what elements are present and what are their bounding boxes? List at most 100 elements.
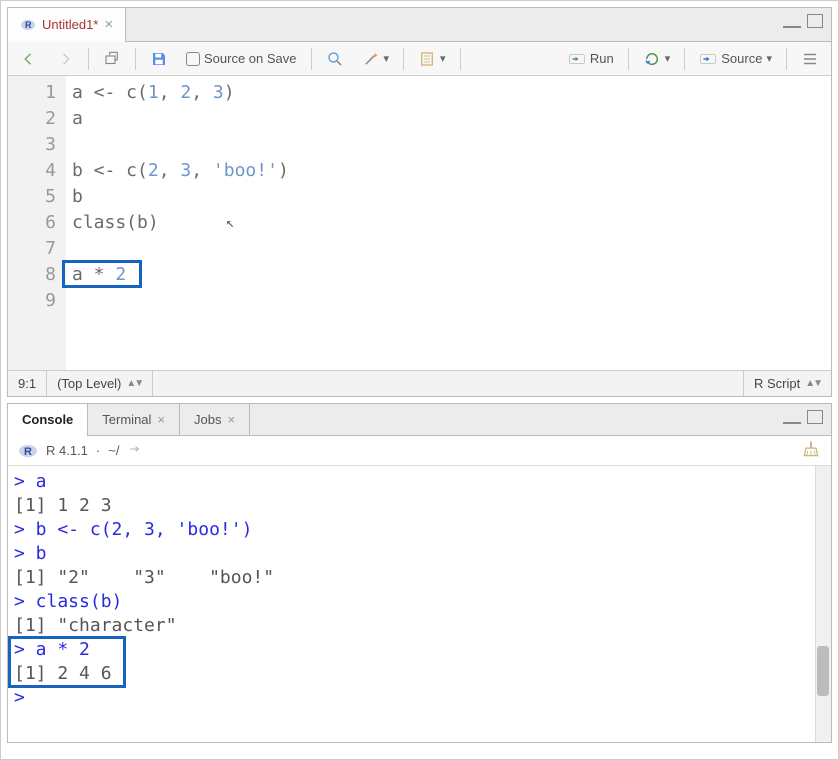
code-token: 2: [148, 160, 159, 181]
console-output[interactable]: > a[1] 1 2 3> b <- c(2, 3, 'boo!')> b[1]…: [8, 466, 831, 742]
dot-separator: ·: [96, 443, 100, 458]
language-selector[interactable]: R Script▲▼: [743, 371, 831, 396]
editor-tab-title: Untitled1*: [42, 17, 98, 32]
minimize-icon[interactable]: [783, 416, 801, 424]
editor-pane: R Untitled1* × Source on Save Run: [7, 7, 832, 397]
rerun-button[interactable]: [639, 48, 675, 70]
code-line[interactable]: [72, 236, 825, 262]
code-token: ): [224, 82, 235, 103]
r-version: R 4.1.1: [46, 443, 88, 458]
source-on-save-checkbox[interactable]: Source on Save: [182, 49, 301, 68]
svg-text:R: R: [25, 20, 32, 30]
outline-button[interactable]: [797, 48, 823, 70]
find-button[interactable]: [322, 48, 348, 70]
close-icon[interactable]: ×: [104, 16, 113, 33]
separator: [311, 48, 312, 70]
close-icon[interactable]: ×: [157, 412, 165, 427]
wand-button[interactable]: [358, 48, 394, 70]
editor-statusbar: 9:1 (Top Level) ▲▼ R Script▲▼: [8, 370, 831, 396]
line-number: 4: [8, 158, 56, 184]
line-number: 5: [8, 184, 56, 210]
checkbox-icon: [186, 52, 200, 66]
cursor-pos-text: 9:1: [18, 376, 36, 391]
code-token: 3: [180, 160, 191, 181]
code-body[interactable]: ↖ a <- c(1, 2, 3)ab <- c(2, 3, 'boo!')bc…: [66, 76, 831, 370]
source-on-save-label: Source on Save: [204, 51, 297, 66]
working-dir[interactable]: ~/: [108, 443, 119, 458]
code-token: 3: [213, 82, 224, 103]
line-number: 3: [8, 132, 56, 158]
line-number-gutter: 123456789: [8, 76, 66, 370]
updown-icon: ▲▼: [126, 378, 142, 389]
code-line[interactable]: a <- c(1, 2, 3): [72, 80, 825, 106]
tab-console[interactable]: Console: [8, 404, 88, 436]
line-number: 6: [8, 210, 56, 236]
scrollbar[interactable]: [815, 466, 831, 742]
line-number: 2: [8, 106, 56, 132]
updown-icon: ▲▼: [805, 378, 821, 389]
code-line[interactable]: b: [72, 184, 825, 210]
code-token: ,: [159, 82, 181, 103]
nav-forward-button[interactable]: [52, 48, 78, 70]
r-file-icon: R: [20, 17, 36, 33]
maximize-icon[interactable]: [807, 14, 823, 28]
scrollbar-thumb[interactable]: [817, 646, 829, 696]
clear-console-icon[interactable]: [801, 439, 821, 462]
console-line: > a * 2: [14, 638, 825, 662]
code-line[interactable]: b <- c(2, 3, 'boo!'): [72, 158, 825, 184]
code-token: 'boo!': [213, 160, 278, 181]
line-number: 9: [8, 288, 56, 314]
code-line[interactable]: [72, 132, 825, 158]
console-info-bar: R R 4.1.1 · ~/: [8, 436, 831, 466]
save-button[interactable]: [146, 48, 172, 70]
separator: [684, 48, 685, 70]
scope-selector[interactable]: (Top Level) ▲▼: [47, 371, 153, 396]
code-line[interactable]: a: [72, 106, 825, 132]
code-token: a: [72, 108, 83, 129]
cursor-position: 9:1: [8, 371, 47, 396]
code-token: ,: [191, 160, 213, 181]
minimize-icon[interactable]: [783, 20, 801, 28]
source-button[interactable]: Source: [695, 48, 776, 70]
code-token: 2: [180, 82, 191, 103]
highlight-box: [62, 260, 142, 288]
console-line: [1] 1 2 3: [14, 494, 825, 518]
popout-button[interactable]: [99, 48, 125, 70]
code-editor[interactable]: 123456789 ↖ a <- c(1, 2, 3)ab <- c(2, 3,…: [8, 76, 831, 370]
goto-dir-icon[interactable]: [127, 442, 143, 459]
tab-terminal[interactable]: Terminal ×: [88, 404, 180, 436]
separator: [628, 48, 629, 70]
nav-back-button[interactable]: [16, 48, 42, 70]
separator: [460, 48, 461, 70]
close-icon[interactable]: ×: [227, 412, 235, 427]
source-label: Source: [721, 51, 762, 66]
code-line[interactable]: class(b): [72, 210, 825, 236]
console-tabstrip: Console Terminal × Jobs×: [8, 404, 831, 436]
svg-text:R: R: [24, 446, 32, 458]
separator: [403, 48, 404, 70]
code-line[interactable]: a * 2: [72, 262, 825, 288]
pane-window-controls: [783, 14, 823, 28]
pane-window-controls: [783, 410, 823, 424]
console-line: [1] "character": [14, 614, 825, 638]
tab-console-label: Console: [22, 412, 73, 427]
notebook-button[interactable]: [414, 48, 450, 70]
run-button[interactable]: Run: [564, 48, 618, 70]
code-token: b: [72, 186, 83, 207]
editor-tabstrip: R Untitled1* ×: [8, 8, 831, 42]
separator: [88, 48, 89, 70]
r-logo-icon: R: [18, 441, 38, 461]
maximize-icon[interactable]: [807, 410, 823, 424]
editor-tab[interactable]: R Untitled1* ×: [8, 8, 126, 42]
console-pane: Console Terminal × Jobs× R R 4.1.1 · ~/ >…: [7, 403, 832, 743]
tab-terminal-label: Terminal: [102, 412, 151, 427]
code-line[interactable]: [72, 288, 825, 314]
scope-label: (Top Level): [57, 376, 121, 391]
console-line: >: [14, 686, 825, 710]
console-line: > class(b): [14, 590, 825, 614]
separator: [786, 48, 787, 70]
code-token: class(b): [72, 212, 159, 233]
tab-jobs[interactable]: Jobs×: [180, 404, 250, 436]
console-line: > b: [14, 542, 825, 566]
console-line: [1] "2" "3" "boo!": [14, 566, 825, 590]
